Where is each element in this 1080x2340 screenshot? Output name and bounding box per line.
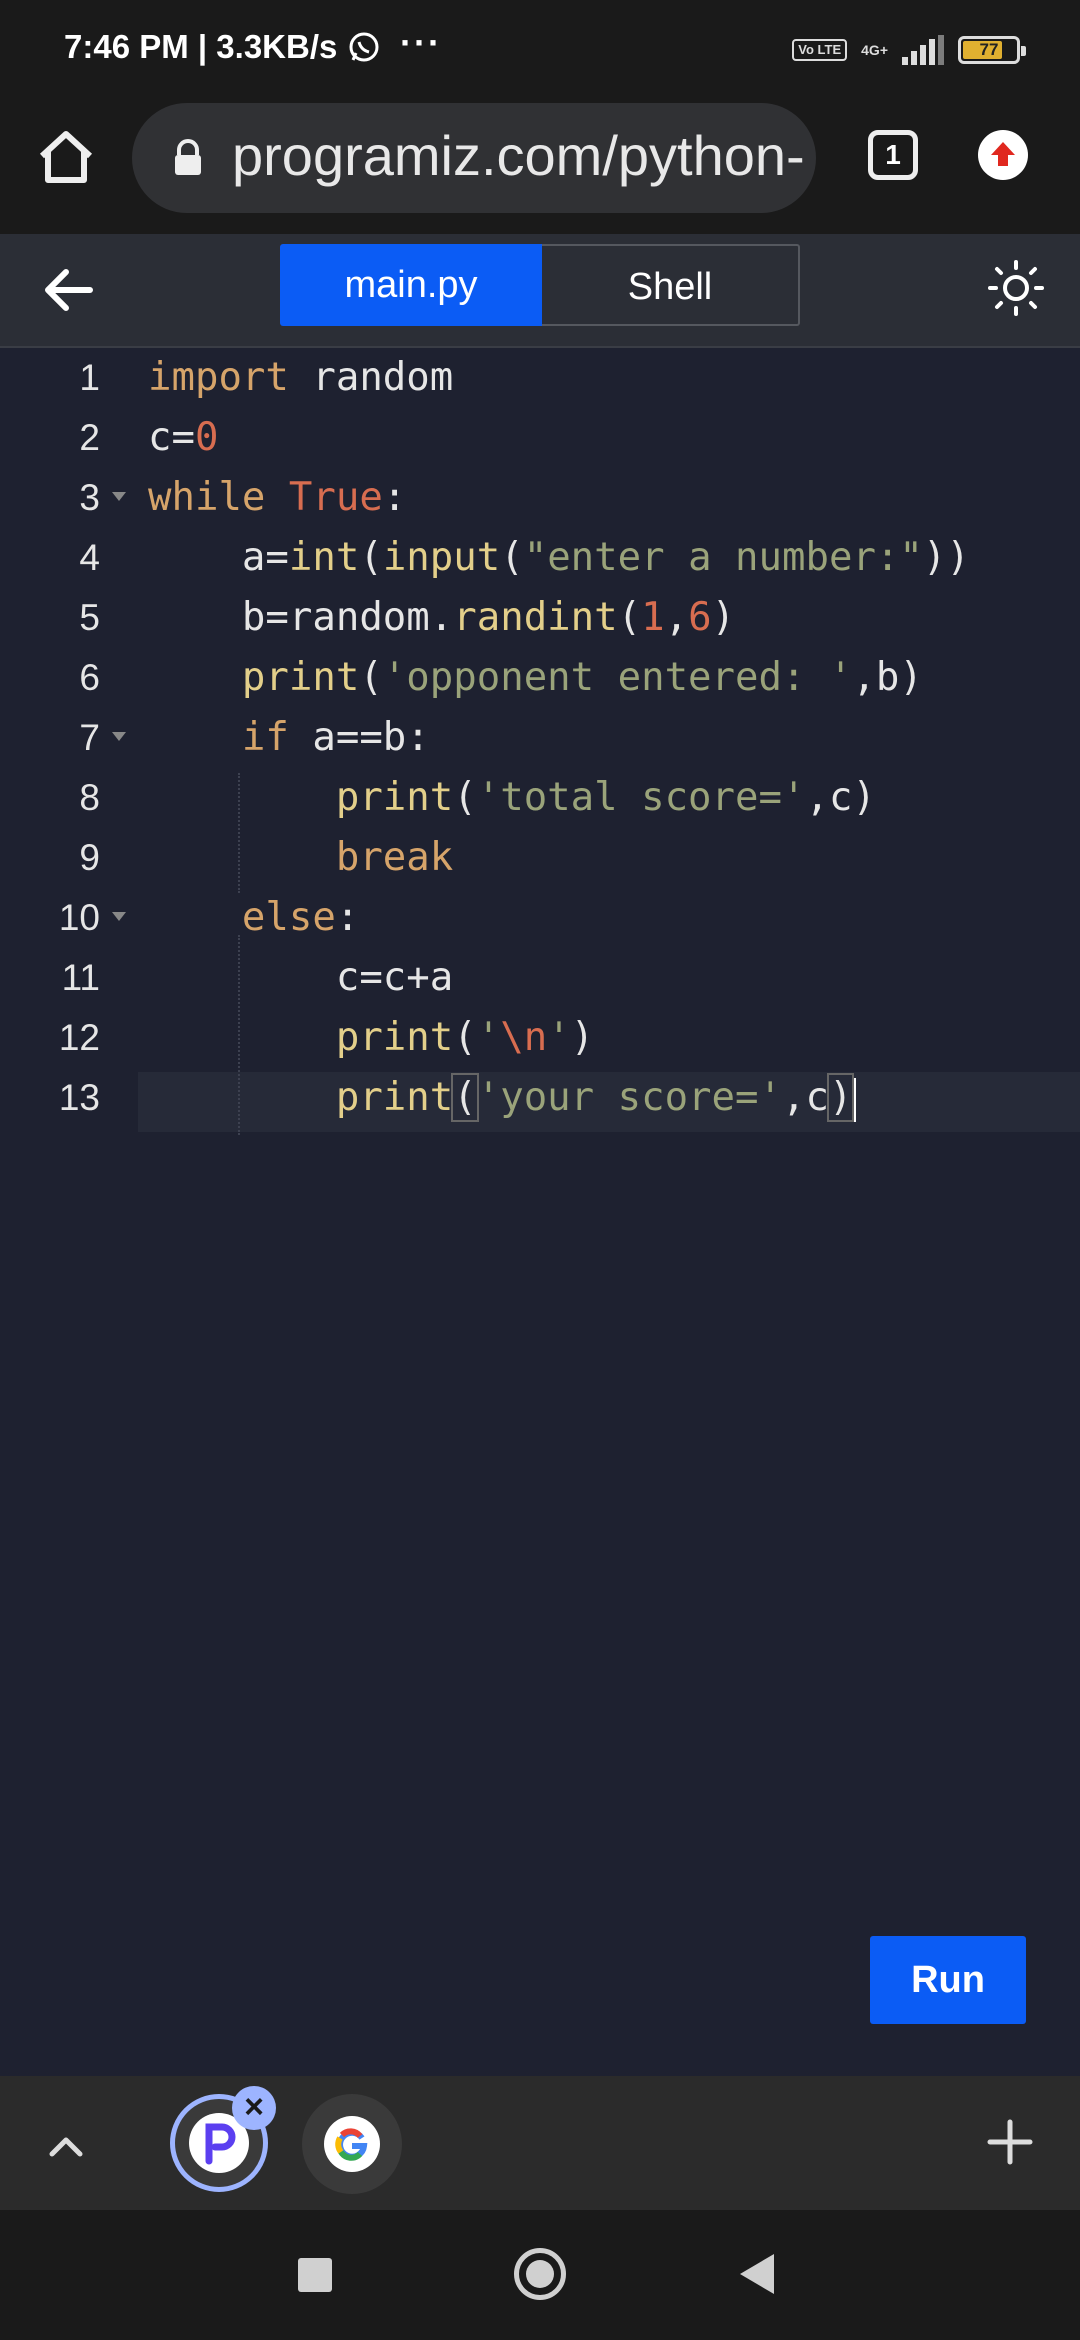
line-number: 4 [79,537,100,578]
sun-icon[interactable] [984,256,1048,320]
browser-toolbar: programiz.com/python- 1 [0,100,1080,234]
code-line: 5 b=random.randint(1,6) [0,588,1080,648]
code-line: 6 print('opponent entered: ',b) [0,648,1080,708]
close-tab-icon[interactable]: × [232,2086,276,2130]
google-logo-icon [335,2128,368,2161]
clock: 7:46 PM [64,28,189,65]
code-text: print('total score=',c) [335,775,876,820]
tab-main-py[interactable]: main.py [280,244,542,326]
home-icon[interactable] [34,126,98,190]
home-circle-icon[interactable] [514,2248,566,2300]
recents-icon[interactable] [298,2258,332,2292]
code-editor[interactable]: 1 import random 2 c=0 3 while True: 4 a=… [0,348,1080,2076]
battery-level: 77 [979,40,999,59]
code-text: break [335,835,454,880]
url-text: programiz.com/python- [232,124,805,187]
line-number: 12 [58,1017,100,1058]
code-text: while True: [148,475,407,520]
chevron-up-icon[interactable] [46,2126,86,2166]
status-time: 7:46 PM | 3.3KB/s [64,28,381,66]
signal-icon [902,35,944,65]
code-line: 3 while True: [0,468,1080,528]
line-number: 8 [79,777,100,818]
code-line: 1 import random [0,348,1080,408]
lock-icon [175,139,201,175]
code-line: 4 a=int(input("enter a number:")) [0,528,1080,588]
line-number: 5 [79,597,100,638]
line-number: 13 [58,1077,100,1118]
whatsapp-icon [349,32,379,62]
code-text: c=0 [148,415,219,460]
code-line: 2 c=0 [0,408,1080,468]
code-line: 12 print('\n') [0,1008,1080,1068]
tab-google[interactable] [302,2094,402,2194]
notification-more-icon: ··· [400,22,442,63]
update-button[interactable] [978,130,1028,180]
code-text: b=random.randint(1,6) [148,595,736,640]
line-number: 7 [79,717,100,758]
network-speed: 3.3KB/s [216,28,338,65]
code-line: 13 print('your score=',c) [0,1068,1080,1128]
code-text: print('your score=',c) [148,1068,857,1128]
line-number: 11 [61,957,100,998]
text-cursor [853,1077,857,1122]
code-line: 8 print('total score=',c) [0,768,1080,828]
code-text: print('\n') [335,1015,595,1060]
new-tab-icon[interactable] [980,2112,1040,2172]
address-bar[interactable]: programiz.com/python- [132,103,816,213]
run-button[interactable]: Run [870,1936,1026,2024]
code-text: c=c+a [148,955,454,1000]
code-line: 11 c=c+a [0,948,1080,1008]
network-type: 4G+ [861,42,888,58]
status-icons: Vo LTE 4G+ 77 [792,28,1026,72]
code-text: a=int(input("enter a number:")) [148,535,970,580]
volte-icon: Vo LTE [792,39,848,61]
fold-arrow-icon[interactable] [112,492,126,501]
browser-tab-strip: × [0,2076,1080,2210]
system-nav-bar [0,2210,1080,2340]
line-number: 2 [79,417,100,458]
fold-arrow-icon[interactable] [112,732,126,741]
tab-shell[interactable]: Shell [542,244,800,326]
code-text: if a==b: [241,715,430,760]
line-number: 1 [79,357,100,398]
line-number: 9 [79,837,100,878]
code-line: 7 if a==b: [0,708,1080,768]
status-bar: 7:46 PM | 3.3KB/s ··· Vo LTE 4G+ 77 [0,0,1080,100]
back-triangle-icon[interactable] [740,2254,774,2294]
code-text: print('opponent entered: ',b) [241,655,923,700]
code-line: 10 else: [0,888,1080,948]
battery-icon: 77 [958,36,1026,64]
line-number: 3 [79,477,100,518]
tab-switcher-button[interactable]: 1 [868,130,918,180]
code-text: import random [148,355,454,400]
upload-arrow-icon [991,142,1015,166]
line-number: 10 [58,897,100,938]
fold-arrow-icon[interactable] [112,912,126,921]
code-line: 9 break [0,828,1080,888]
code-text: else: [241,895,360,940]
back-arrow-icon[interactable] [36,258,100,322]
line-number: 6 [79,657,100,698]
editor-header: main.py Shell [0,234,1080,348]
